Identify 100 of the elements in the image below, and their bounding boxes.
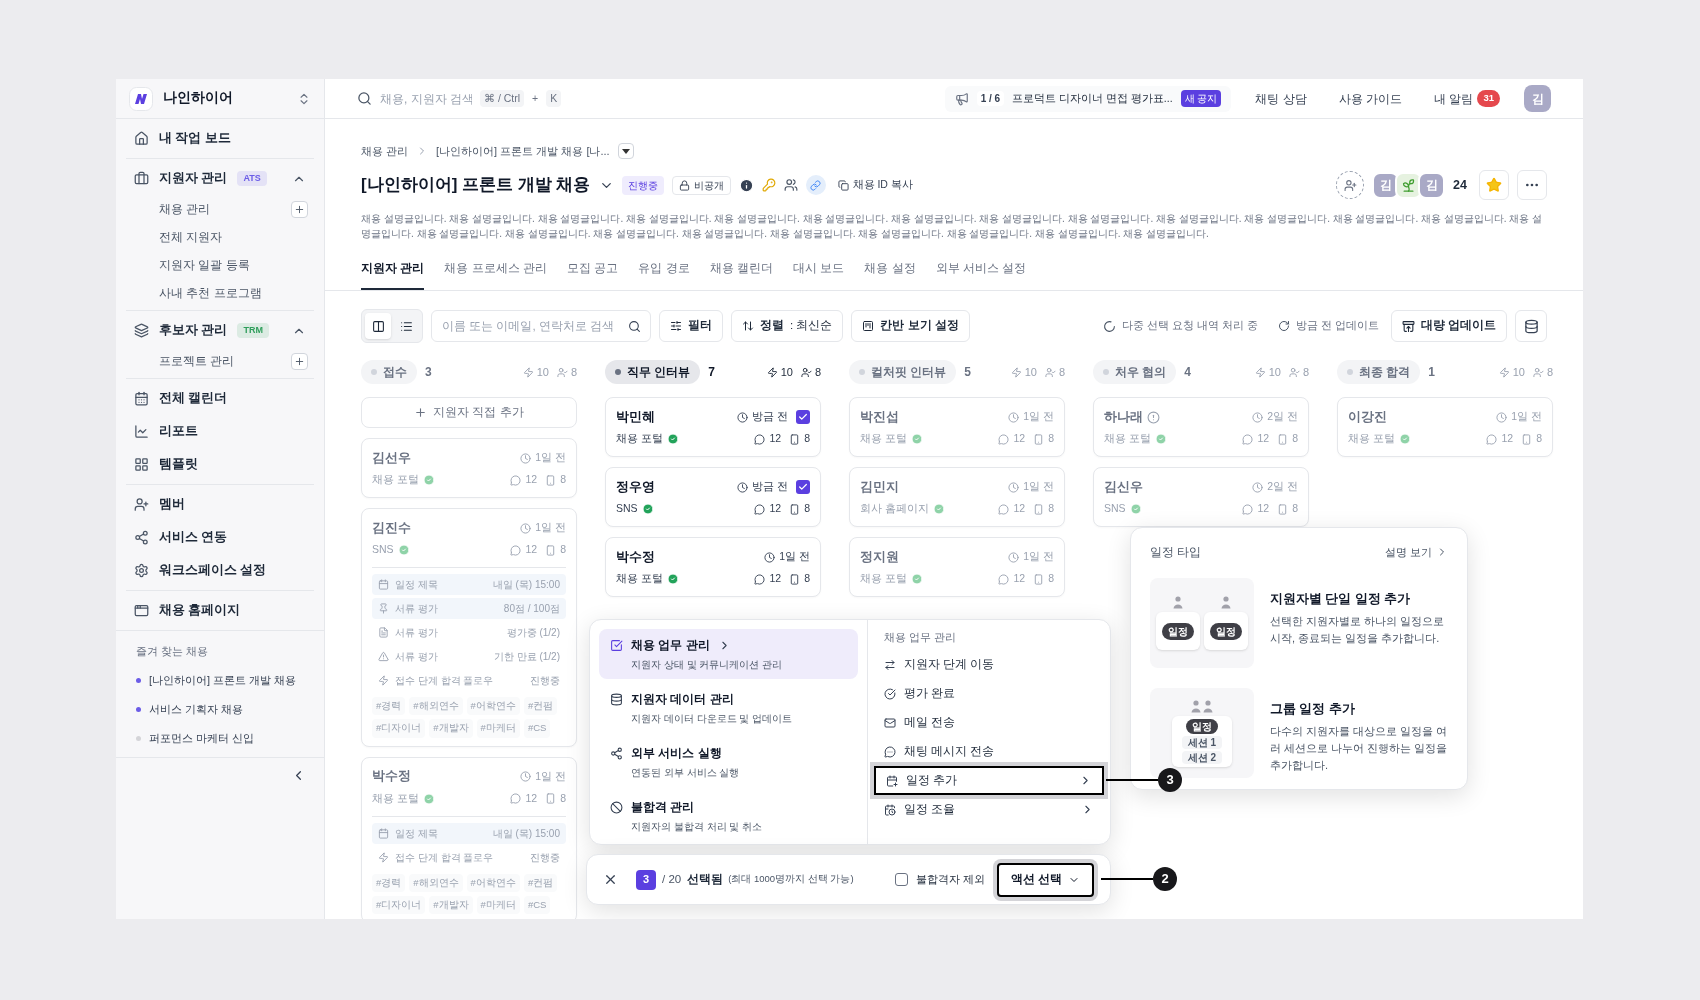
bulk-update-button[interactable]: 대량 업데이트 <box>1390 310 1507 342</box>
favorite-link[interactable]: 서비스 기획자 채용 <box>149 700 244 718</box>
filter-button[interactable]: 필터 <box>659 310 723 342</box>
add-applicant-button[interactable]: 지원자 직접 추가 <box>361 397 577 428</box>
menu-item[interactable]: 메일 전송 <box>874 708 1104 737</box>
close-icon[interactable] <box>603 872 618 887</box>
applicant-card[interactable]: 이강진 1일 전 채용 포털 12 8 <box>1337 397 1553 457</box>
nav-item[interactable]: 워크스페이스 설정 <box>126 554 314 587</box>
applicant-card[interactable]: 하나래 2일 전 채용 포털 12 8 <box>1093 397 1309 457</box>
card-detail-row: 접수 단계 합격 플로우 진행중 <box>372 846 566 868</box>
search-input[interactable]: 채용, 지원자 검색 <box>380 89 472 108</box>
users-icon[interactable] <box>783 178 798 192</box>
notice-banner[interactable]: 1 / 6 프로덕트 디자이너 면접 평가표... 새 공지 <box>944 85 1232 112</box>
database-button[interactable] <box>1515 310 1547 342</box>
menu-category[interactable]: 지원자 데이터 관리 지원자 데이터 다운로드 및 업데이트 <box>599 683 858 733</box>
favorite-link[interactable]: 퍼포먼스 마케터 신입 <box>149 729 255 747</box>
header-link[interactable]: 사용 가이드 <box>1330 89 1411 108</box>
menu-category[interactable]: 채용 업무 관리 지원자 상태 및 커뮤니케이션 관리 <box>599 629 858 679</box>
applicant-card[interactable]: 박수정 1일 전 채용 포털 12 8 <box>605 537 821 597</box>
nav-item[interactable]: 리포트 <box>126 415 314 448</box>
favorite-link[interactable]: [나인하이어] 프론트 개발 채용 <box>149 671 297 689</box>
menu-item[interactable]: 채팅 메시지 전송 <box>874 737 1104 766</box>
notifications-link[interactable]: 내 알림 31 <box>1426 89 1508 108</box>
add-button[interactable] <box>291 200 308 218</box>
member-count: 24 <box>1453 176 1467 194</box>
stage-count: 1 <box>1428 364 1436 381</box>
nav-subitem[interactable]: 프로젝트 관리 <box>159 352 235 370</box>
tab[interactable]: 대시 보드 <box>793 259 845 290</box>
applicant-card[interactable]: 박진섭 1일 전 채용 포털 12 8 <box>849 397 1065 457</box>
copy-id-button[interactable]: 채용 ID 복사 <box>837 177 913 193</box>
nav-item[interactable]: 후보자 관리 TRM <box>126 314 314 347</box>
view-button[interactable] <box>365 313 391 339</box>
applicant-card[interactable]: 정지원 1일 전 채용 포털 12 8 <box>849 537 1065 597</box>
tab[interactable]: 유입 경로 <box>638 259 690 290</box>
comment-icon <box>510 544 522 556</box>
nav-subitem[interactable]: 지원자 일괄 등록 <box>159 256 250 274</box>
file-count: 8 <box>1033 501 1054 517</box>
tab[interactable]: 채용 프로세스 관리 <box>444 259 547 290</box>
nav-item[interactable]: 서비스 연동 <box>126 521 314 554</box>
menu-category[interactable]: 외부 서비스 실행 연동된 외부 서비스 실행 <box>599 737 858 787</box>
nav-item[interactable]: 채용 홈페이지 <box>126 594 314 627</box>
exclude-checkbox[interactable] <box>894 873 908 886</box>
tab[interactable]: 외부 서비스 설정 <box>935 259 1027 290</box>
clock-icon <box>1252 481 1264 493</box>
menu-item[interactable]: 평가 완료 <box>874 679 1104 708</box>
calendar-icon <box>134 391 149 406</box>
menu-item[interactable]: 일정 조율 <box>874 795 1104 824</box>
stage-pill: 처우 협의 <box>1093 360 1177 384</box>
lightning-icon <box>378 851 389 863</box>
breadcrumb-link[interactable]: 채용 관리 <box>361 142 409 160</box>
applicant-card[interactable]: 정우영 방금 전 SNS 12 8 <box>605 467 821 527</box>
tab[interactable]: 모집 공고 <box>567 259 619 290</box>
visibility-tag[interactable]: 비공개 <box>671 175 731 195</box>
nav-subitem[interactable]: 사내 추천 프로그램 <box>159 284 262 302</box>
card-checkbox[interactable] <box>796 480 810 494</box>
tab[interactable]: 지원자 관리 <box>361 259 425 290</box>
card-checkbox[interactable] <box>796 410 810 424</box>
refresh-button[interactable]: 방금 전 업데이트 <box>1277 318 1379 334</box>
tab[interactable]: 채용 설정 <box>864 259 916 290</box>
tab[interactable]: 채용 캘린더 <box>709 259 774 290</box>
nav-item[interactable]: 지원자 관리 ATS <box>126 162 314 195</box>
nav-item[interactable]: 멤버 <box>126 488 314 521</box>
file-count: 8 <box>789 501 810 517</box>
nav-item[interactable]: 내 작업 보드 <box>126 122 314 155</box>
applicant-card[interactable]: 김민지 1일 전 회사 홈페이지 12 8 <box>849 467 1065 527</box>
kanban-settings-button[interactable]: 칸반 보기 설정 <box>851 310 970 342</box>
phone-icon <box>1277 503 1289 515</box>
description-link[interactable]: 설명 보기 <box>1384 543 1448 561</box>
applicant-card[interactable]: 박수정 1일 전 채용 포털 12 8 일정 제목 내일 (목) 15:00 접수 단계 합격 플로우 진행중 #경력 #해외연수 #어학연수 #컨펌 #디자이너 #개발자 #마케터 #CS <box>361 756 577 919</box>
shortcut-key: K <box>546 89 562 108</box>
nav-item[interactable]: 템플릿 <box>126 448 314 481</box>
nav-subitem[interactable]: 전체 지원자 <box>159 228 223 246</box>
applicant-card[interactable]: 김진수 1일 전 SNS 12 8 일정 제목 내일 (목) 15:00 서류 평가 80점 / 100점 서류 평가 평가중 (1/2) 서류 평가 기한 만료 (1/2) 접수 단계 합격 플로우 진행중 #경력 #해외연수 #어학연수 #컨펌 #디자이너 #개발자 #마케터 #CS <box>361 508 577 747</box>
global-search-field[interactable]: 채용, 지원자 검색 ⌘ / Ctrl + K <box>357 89 617 108</box>
menu-category[interactable]: 불합격 관리 지원자의 불합격 처리 및 취소 <box>599 791 858 841</box>
applicant-card[interactable]: 박민혜 방금 전 채용 포털 12 8 <box>605 397 821 457</box>
breadcrumb-dropdown[interactable] <box>617 143 634 159</box>
comment-icon <box>998 433 1010 445</box>
info-icon[interactable] <box>738 177 754 193</box>
verified-icon <box>910 573 923 585</box>
header-link[interactable]: 채팅 상담 <box>1247 89 1315 108</box>
stage-pill: 직무 인터뷰 <box>605 360 701 384</box>
applicant-card[interactable]: 김신우 2일 전 SNS 12 8 <box>1093 467 1309 527</box>
person-icon <box>800 366 812 378</box>
time-label: 1일 전 <box>1496 409 1542 425</box>
applicant-search-field[interactable]: 이름 또는 이메일, 연락처로 검색 <box>431 310 651 342</box>
clock-icon <box>520 522 532 534</box>
applicant-card[interactable]: 김선우 1일 전 채용 포털 12 8 <box>361 438 577 498</box>
nav-item[interactable]: 전체 캘린더 <box>126 382 314 415</box>
comment-count: 12 <box>998 501 1026 517</box>
nav-subitem[interactable]: 채용 관리 <box>159 200 211 218</box>
source-label: SNS <box>616 501 638 517</box>
sort-button[interactable]: 정렬 : 최신순 <box>731 310 844 342</box>
menu-item[interactable]: 지원자 단계 이동 <box>874 650 1104 679</box>
add-button[interactable] <box>291 352 308 370</box>
lightning-icon <box>1010 366 1022 378</box>
nav-badge: ATS <box>237 170 267 187</box>
refresh-icon <box>1277 320 1290 332</box>
breadcrumb-link[interactable]: [나인하이어] 프론트 개발 채용 [나... <box>436 142 610 160</box>
link-button[interactable] <box>805 175 826 195</box>
